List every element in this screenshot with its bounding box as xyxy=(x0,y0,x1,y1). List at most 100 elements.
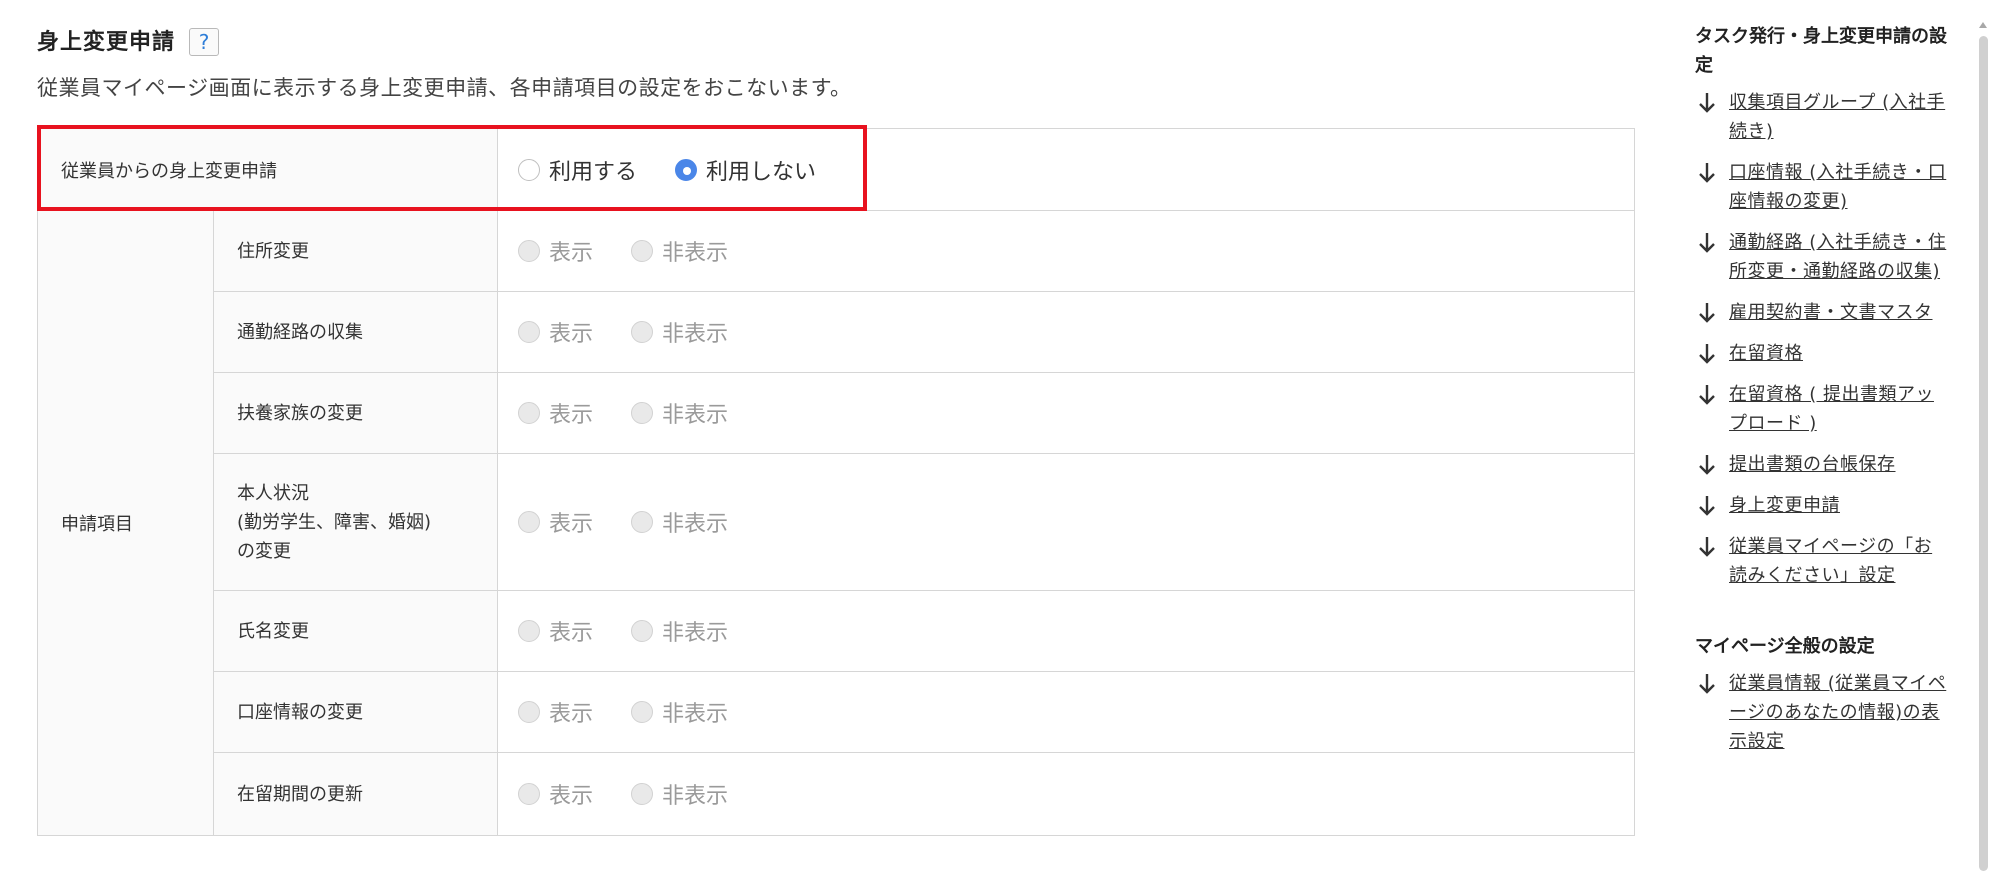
item-label-line: 本人状況 xyxy=(237,482,309,504)
not-use-radio[interactable]: 利用しない xyxy=(675,154,816,186)
arrow-down-icon xyxy=(1699,303,1715,323)
help-icon[interactable]: ? xyxy=(189,28,220,56)
sidebar-link[interactable]: 従業員マイページの「お読みください」設定 xyxy=(1729,532,1950,590)
page-title: 身上変更申請 xyxy=(37,30,176,55)
main-content: 身上変更申請 ? 従業員マイページ画面に表示する身上変更申請、各申請項目の設定を… xyxy=(37,22,1637,102)
hide-radio[interactable]: 非表示 xyxy=(631,235,728,267)
not-use-radio-label: 利用しない xyxy=(706,159,817,185)
hide-radio-label: 非表示 xyxy=(662,702,729,727)
sidebar-link[interactable]: 収集項目グループ (入社手続き) xyxy=(1729,88,1950,146)
show-radio[interactable]: 表示 xyxy=(518,397,593,429)
item-options: 表示 非表示 xyxy=(497,372,1635,454)
use-radio-label: 利用する xyxy=(549,159,638,185)
item-label: 住所変更 xyxy=(213,210,498,292)
show-radio-label: 表示 xyxy=(549,403,594,428)
show-radio-label: 表示 xyxy=(549,621,594,646)
radio-checked-icon xyxy=(675,158,698,181)
employee-request-options: 利用する 利用しない xyxy=(497,128,1635,211)
radio-disabled-icon xyxy=(631,783,654,805)
scroll-up-arrow-icon[interactable] xyxy=(1979,22,1987,28)
sidebar-link[interactable]: 従業員情報 (従業員マイページのあなたの情報)の表示設定 xyxy=(1729,669,1950,756)
sidebar-list-task-settings: 収集項目グループ (入社手続き) 口座情報 (入社手続き・口座情報の変更) 通勤… xyxy=(1695,88,1950,590)
item-options: 表示 非表示 xyxy=(497,752,1635,836)
radio-disabled-icon xyxy=(518,402,540,424)
item-label: 氏名変更 xyxy=(213,590,498,672)
radio-disabled-icon xyxy=(631,321,654,343)
sidebar-link[interactable]: 通勤経路 (入社手続き・住所変更・通勤経路の収集) xyxy=(1729,228,1950,286)
radio-disabled-icon xyxy=(518,701,540,723)
item-label-line: (勤労学生、障害、婚姻) xyxy=(237,511,432,533)
hide-radio[interactable]: 非表示 xyxy=(631,696,728,728)
show-radio[interactable]: 表示 xyxy=(518,316,593,348)
show-radio[interactable]: 表示 xyxy=(518,778,593,810)
show-radio[interactable]: 表示 xyxy=(518,615,593,647)
sidebar-link[interactable]: 口座情報 (入社手続き・口座情報の変更) xyxy=(1729,158,1950,216)
item-options: 表示 非表示 xyxy=(497,590,1635,672)
sidebar-link[interactable]: 提出書類の台帳保存 xyxy=(1729,450,1896,479)
radio-disabled-icon xyxy=(518,511,540,533)
show-radio-label: 表示 xyxy=(549,512,594,537)
show-radio-label: 表示 xyxy=(549,702,594,727)
title-row: 身上変更申請 ? xyxy=(37,22,1637,58)
radio-disabled-icon xyxy=(518,240,540,262)
item-label: 本人状況 (勤労学生、障害、婚姻) の変更 xyxy=(213,453,498,591)
employee-request-label: 従業員からの身上変更申請 xyxy=(37,128,498,211)
show-radio[interactable]: 表示 xyxy=(518,235,593,267)
list-item: 従業員マイページの「お読みください」設定 xyxy=(1695,532,1950,590)
show-radio-label: 表示 xyxy=(549,784,594,809)
hide-radio[interactable]: 非表示 xyxy=(631,506,728,538)
item-label-line: の変更 xyxy=(237,540,291,562)
arrow-down-icon xyxy=(1699,496,1715,516)
hide-radio[interactable]: 非表示 xyxy=(631,615,728,647)
page-description: 従業員マイページ画面に表示する身上変更申請、各申請項目の設定をおこないます。 xyxy=(37,76,852,100)
sidebar-link[interactable]: 身上変更申請 xyxy=(1729,491,1840,520)
arrow-down-icon xyxy=(1699,93,1715,113)
arrow-down-icon xyxy=(1699,163,1715,183)
arrow-down-icon xyxy=(1699,537,1715,557)
item-label: 在留期間の更新 xyxy=(213,752,498,836)
item-options: 表示 非表示 xyxy=(497,453,1635,591)
table-row: 通勤経路の収集 表示 非表示 xyxy=(38,291,1635,373)
item-label: 口座情報の変更 xyxy=(213,671,498,753)
radio-disabled-icon xyxy=(518,783,540,805)
sidebar-heading-task-settings: タスク発行・身上変更申請の設定 xyxy=(1695,26,1947,76)
list-item: 収集項目グループ (入社手続き) xyxy=(1695,88,1950,146)
show-radio[interactable]: 表示 xyxy=(518,696,593,728)
item-options: 表示 非表示 xyxy=(497,671,1635,753)
hide-radio-label: 非表示 xyxy=(662,512,729,537)
sidebar-link[interactable]: 在留資格 xyxy=(1729,339,1803,368)
arrow-down-icon xyxy=(1699,233,1715,253)
table-row: 氏名変更 表示 非表示 xyxy=(38,590,1635,672)
hide-radio-label: 非表示 xyxy=(662,403,729,428)
hide-radio[interactable]: 非表示 xyxy=(631,778,728,810)
scrollbar[interactable] xyxy=(1976,18,1990,871)
list-item: 雇用契約書・文書マスタ xyxy=(1695,298,1950,327)
item-label: 通勤経路の収集 xyxy=(213,291,498,373)
radio-disabled-icon xyxy=(631,701,654,723)
show-radio[interactable]: 表示 xyxy=(518,506,593,538)
table-row: 扶養家族の変更 表示 非表示 xyxy=(38,372,1635,454)
table-row: 申請項目 住所変更 表示 非表示 xyxy=(37,210,1635,836)
application-items-label: 申請項目 xyxy=(37,210,214,836)
scrollbar-thumb[interactable] xyxy=(1979,36,1988,871)
list-item: 在留資格 xyxy=(1695,339,1950,368)
radio-disabled-icon xyxy=(631,620,654,642)
sidebar-link[interactable]: 雇用契約書・文書マスタ xyxy=(1729,298,1933,327)
list-item: 通勤経路 (入社手続き・住所変更・通勤経路の収集) xyxy=(1695,228,1950,286)
sidebar-nav: タスク発行・身上変更申請の設定 収集項目グループ (入社手続き) 口座情報 (入… xyxy=(1695,22,1950,768)
use-radio[interactable]: 利用する xyxy=(518,154,637,186)
list-item: 口座情報 (入社手続き・口座情報の変更) xyxy=(1695,158,1950,216)
hide-radio[interactable]: 非表示 xyxy=(631,397,728,429)
list-item: 身上変更申請 xyxy=(1695,491,1950,520)
list-item: 従業員情報 (従業員マイページのあなたの情報)の表示設定 xyxy=(1695,669,1950,756)
hide-radio-label: 非表示 xyxy=(662,784,729,809)
hide-radio[interactable]: 非表示 xyxy=(631,316,728,348)
sidebar-link[interactable]: 在留資格 ( 提出書類アップロード ) xyxy=(1729,380,1950,438)
sidebar-heading-mypage-settings: マイページ全般の設定 xyxy=(1695,636,1875,657)
settings-table: 従業員からの身上変更申請 利用する 利用しない 申請項目 住所変更 表示 非表示 xyxy=(37,128,1635,836)
item-options: 表示 非表示 xyxy=(497,210,1635,292)
radio-unchecked-icon xyxy=(518,158,540,181)
arrow-down-icon xyxy=(1699,455,1715,475)
radio-disabled-icon xyxy=(631,402,654,424)
item-options: 表示 非表示 xyxy=(497,291,1635,373)
